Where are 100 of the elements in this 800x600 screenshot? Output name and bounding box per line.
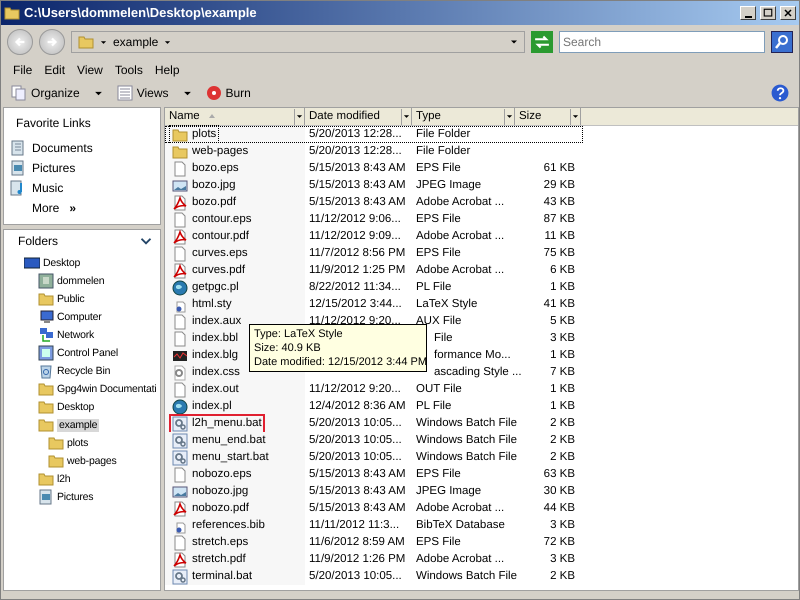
chevron-icon	[140, 235, 152, 248]
size-cell: 63 KB	[544, 468, 575, 480]
tree-item[interactable]: Pictures	[57, 491, 94, 504]
address-bar[interactable]: example	[71, 31, 525, 53]
type-cell: Windows Batch File	[416, 434, 517, 446]
tree-item[interactable]: Recycle Bin	[57, 365, 110, 378]
gear-icon	[172, 432, 188, 448]
date-cell: 11/9/2012 1:25 PM	[309, 264, 406, 276]
folder-icon	[38, 291, 54, 308]
size-cell: 2 KB	[550, 434, 575, 446]
date-cell: 5/20/2013 10:05...	[309, 570, 402, 582]
menu-item[interactable]: File	[7, 60, 38, 80]
tree-item[interactable]: l2h	[57, 473, 70, 486]
globe-icon	[172, 280, 188, 296]
date-cell: 11/12/2012 9:06...	[309, 212, 401, 225]
date-cell: 5/20/2013 12:28...	[309, 128, 402, 140]
tree-item[interactable]: web-pages	[67, 455, 117, 468]
column-header[interactable]: Type	[412, 108, 515, 125]
tree-item[interactable]: Desktop	[43, 257, 80, 270]
date-cell: 5/15/2013 8:43 AM	[309, 484, 406, 497]
gear-icon	[172, 450, 188, 466]
forward-button[interactable]	[39, 29, 65, 55]
size-cell: 6 KB	[550, 264, 575, 276]
search-field[interactable]: Search	[559, 31, 765, 53]
type-cell: Adobe Acrobat ...	[416, 264, 504, 276]
favorite-link[interactable]: Music	[10, 178, 160, 198]
pictures-icon	[10, 160, 26, 176]
size-cell: 1 KB	[550, 382, 575, 395]
tree-item[interactable]: Gpg4win Documentati	[57, 383, 157, 396]
size-cell: 2 KB	[550, 570, 575, 582]
tree-item[interactable]: Desktop	[57, 401, 94, 414]
search-icon	[774, 34, 790, 50]
size-cell: 1 KB	[550, 280, 575, 293]
caret-icon	[296, 113, 303, 120]
menu-item[interactable]: Tools	[108, 60, 149, 80]
column-header[interactable]: Size	[515, 108, 581, 125]
toolbar-button[interactable]: Views	[116, 85, 168, 101]
more-link[interactable]: More »	[16, 198, 160, 218]
date-cell: 8/22/2012 11:34...	[309, 280, 401, 293]
tree-item[interactable]: Control Panel	[57, 347, 118, 360]
folder-icon	[78, 34, 94, 50]
date-cell: 5/15/2013 8:43 AM	[309, 502, 406, 514]
type-cell: BibTeX Database	[416, 518, 505, 531]
tree-item[interactable]: Network	[57, 329, 94, 342]
type-cell: File	[434, 332, 453, 344]
date-cell: 5/20/2013 10:05...	[309, 416, 402, 429]
tree-item[interactable]: dommelen	[57, 275, 104, 288]
size-cell: 43 KB	[544, 196, 575, 208]
back-button[interactable]	[7, 29, 33, 55]
size-cell: 3 KB	[550, 552, 575, 565]
toolbar-button[interactable]: Burn	[206, 85, 251, 101]
type-cell: EPS File	[416, 246, 461, 259]
type-cell: Adobe Acrobat ...	[416, 502, 504, 514]
folder-icon	[38, 381, 54, 398]
date-cell: 5/20/2013 10:05...	[309, 434, 402, 446]
size-cell: 1 KB	[550, 348, 575, 361]
size-cell: 11 KB	[544, 230, 575, 242]
menu-item[interactable]: Edit	[38, 60, 72, 80]
type-cell: ascading Style ...	[434, 366, 522, 378]
column-header[interactable]: Date modified	[305, 108, 412, 125]
date-cell: 11/7/2012 8:56 PM	[309, 246, 406, 259]
column-header[interactable]: Name	[165, 108, 305, 125]
tree-item[interactable]: Public	[57, 293, 84, 306]
tree-item[interactable]: plots	[67, 437, 88, 450]
forward-arrow-icon	[45, 35, 59, 49]
dropdown-icon	[510, 38, 518, 46]
recycle-bin-icon	[38, 363, 54, 380]
type-cell: LaTeX Style	[416, 298, 478, 310]
type-cell: Adobe Acrobat ...	[416, 552, 504, 565]
document-icon	[10, 140, 26, 156]
date-cell: 11/6/2012 8:59 AM	[309, 536, 405, 548]
size-cell: 44 KB	[544, 502, 575, 514]
size-cell: 29 KB	[544, 178, 575, 191]
window-title: C:\Users\dommelen\Desktop\example	[24, 5, 258, 21]
gear-icon	[172, 416, 188, 432]
date-cell: 12/15/2012 3:44...	[309, 298, 402, 310]
tree-item[interactable]: Computer	[57, 311, 102, 324]
menu-item[interactable]: Help	[148, 60, 186, 80]
minimize-button[interactable]	[740, 6, 756, 20]
menu-item[interactable]: View	[71, 60, 109, 80]
size-cell: 30 KB	[544, 484, 575, 497]
search-button[interactable]	[771, 31, 793, 53]
tree-item[interactable]: example	[57, 419, 100, 432]
type-cell: Windows Batch File	[416, 450, 517, 463]
date-cell: 11/12/2012 9:09...	[309, 230, 401, 242]
monitor-icon	[24, 255, 40, 272]
type-cell: EPS File	[416, 212, 461, 225]
caret-icon	[403, 113, 410, 120]
size-cell: 75 KB	[544, 246, 575, 259]
type-cell: EPS File	[416, 162, 461, 174]
toolbar-button[interactable]: Organize	[11, 85, 80, 101]
image-icon	[172, 484, 188, 500]
size-cell: 3 KB	[550, 332, 575, 344]
type-cell: Windows Batch File	[416, 570, 517, 582]
type-cell: Adobe Acrobat ...	[416, 230, 504, 242]
favorite-link[interactable]: Documents	[10, 138, 160, 158]
help-icon	[771, 84, 789, 102]
favorite-link[interactable]: Pictures	[10, 158, 160, 178]
maximize-button[interactable]	[760, 6, 776, 20]
close-button[interactable]	[780, 6, 796, 20]
